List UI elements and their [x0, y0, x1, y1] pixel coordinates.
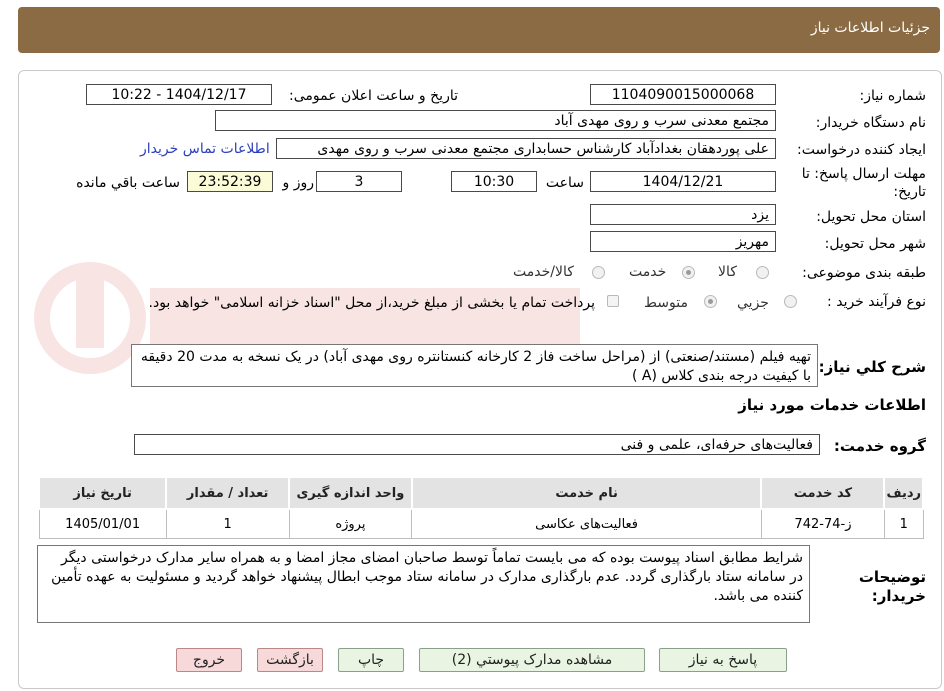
cell-quantity: 1	[165, 508, 290, 539]
deadline-days-label: روز و	[282, 175, 315, 191]
services-table: ردیف کد خدمت نام خدمت واحد اندازه گیری ت…	[37, 476, 924, 539]
table-header-row: ردیف کد خدمت نام خدمت واحد اندازه گیری ت…	[37, 476, 924, 510]
deadline-time-label: ساعت	[545, 175, 584, 191]
need-number-field: 1104090015000068	[590, 84, 776, 105]
reply-button[interactable]: پاسخ به نياز	[659, 648, 787, 672]
exit-button[interactable]: خروج	[176, 648, 242, 672]
back-button[interactable]: بازگشت	[257, 648, 323, 672]
deadline-label-line1: مهلت ارسال پاسخ: تا	[801, 166, 926, 182]
cell-service-name: فعالیت‌های عکاسی	[411, 508, 762, 539]
buyer-notes-field: شرایط مطابق اسناد پیوست بوده که می بایست…	[37, 545, 810, 623]
process-medium-radio[interactable]	[704, 295, 717, 308]
treasury-payment-note: پرداخت تمام یا بخشی از مبلغ خرید،از محل …	[148, 295, 595, 311]
deadline-date-field: 1404/12/21	[590, 171, 776, 192]
requester-label: ایجاد کننده درخواست:	[797, 142, 926, 158]
need-number-label: شماره نیاز:	[859, 88, 927, 104]
buyer-notes-label-line1: توضیحات	[858, 568, 926, 586]
deadline-label-line2: تاریخ:	[893, 184, 926, 200]
buyer-notes-label-line2: خریدار:	[871, 587, 926, 605]
col-service-name: نام خدمت	[410, 476, 763, 510]
description-label: شرح كلي نياز:	[818, 358, 926, 376]
buyer-org-field: مجتمع معدنی سرب و روی مهدی آباد	[215, 110, 776, 131]
announce-datetime-field: 1404/12/17 - 10:22	[86, 84, 272, 105]
category-goods-radio[interactable]	[756, 266, 769, 279]
col-row-number: ردیف	[883, 476, 924, 510]
announce-datetime-label: تاریخ و ساعت اعلان عمومی:	[289, 88, 458, 104]
category-service-radio[interactable]	[682, 266, 695, 279]
category-goods-service-radio[interactable]	[592, 266, 605, 279]
category-goods-label: کالا	[718, 264, 737, 280]
category-label: طبقه بندی موضوعی:	[802, 265, 926, 281]
col-unit: واحد اندازه گیری	[288, 476, 413, 510]
province-label: استان محل تحویل:	[816, 209, 926, 225]
buyer-contact-link[interactable]: اطلاعات تماس خریدار	[140, 141, 270, 157]
category-goods-service-label: کالا/خدمت	[513, 264, 574, 280]
cell-need-date: 1405/01/01	[38, 508, 167, 539]
service-group-label: گروه خدمت:	[833, 437, 926, 455]
col-quantity: تعداد / مقدار	[165, 476, 291, 510]
process-label: نوع فرآیند خرید :	[827, 294, 926, 310]
remaining-time-field: 23:52:39	[187, 171, 273, 192]
process-minor-label: جزیي	[737, 295, 769, 311]
cell-unit: پروژه	[288, 508, 413, 539]
deadline-time-field: 10:30	[451, 171, 537, 192]
cell-service-code: ز-74-742	[760, 508, 885, 539]
cell-row-number: 1	[883, 508, 924, 539]
col-service-code: کد خدمت	[760, 476, 886, 510]
city-field: مهریز	[590, 231, 776, 252]
requester-field: علی پوردهقان بغدادآباد کارشناس حسابداری …	[276, 138, 776, 159]
description-field: تهیه فیلم (مستند/صنعتی) از (مراحل ساخت ف…	[131, 344, 818, 387]
col-need-date: تاریخ نیاز	[37, 476, 168, 510]
process-medium-label: متوسط	[644, 295, 688, 311]
deadline-days-field: 3	[316, 171, 402, 192]
header-bar: جزئیات اطلاعات نیاز	[18, 7, 940, 53]
page-title: جزئیات اطلاعات نیاز	[810, 20, 930, 36]
province-field: یزد	[590, 204, 776, 225]
print-button[interactable]: چاپ	[338, 648, 404, 672]
category-service-label: خدمت	[629, 264, 667, 280]
view-attachments-button[interactable]: مشاهده مدارک پیوستي (2)	[419, 648, 645, 672]
process-minor-radio[interactable]	[784, 295, 797, 308]
remaining-time-label: ساعت باقي مانده	[76, 175, 180, 191]
city-label: شهر محل تحویل:	[824, 236, 926, 252]
service-group-field: فعالیت‌های حرفه‌ای، علمی و فنی	[134, 434, 820, 455]
treasury-payment-checkbox[interactable]	[607, 295, 619, 307]
buyer-org-label: نام دستگاه خریدار:	[815, 115, 926, 131]
table-row: 1 ز-74-742 فعالیت‌های عکاسی پروژه 1 1405…	[38, 508, 924, 539]
services-section-title: اطلاعات خدمات مورد نياز	[738, 396, 926, 414]
